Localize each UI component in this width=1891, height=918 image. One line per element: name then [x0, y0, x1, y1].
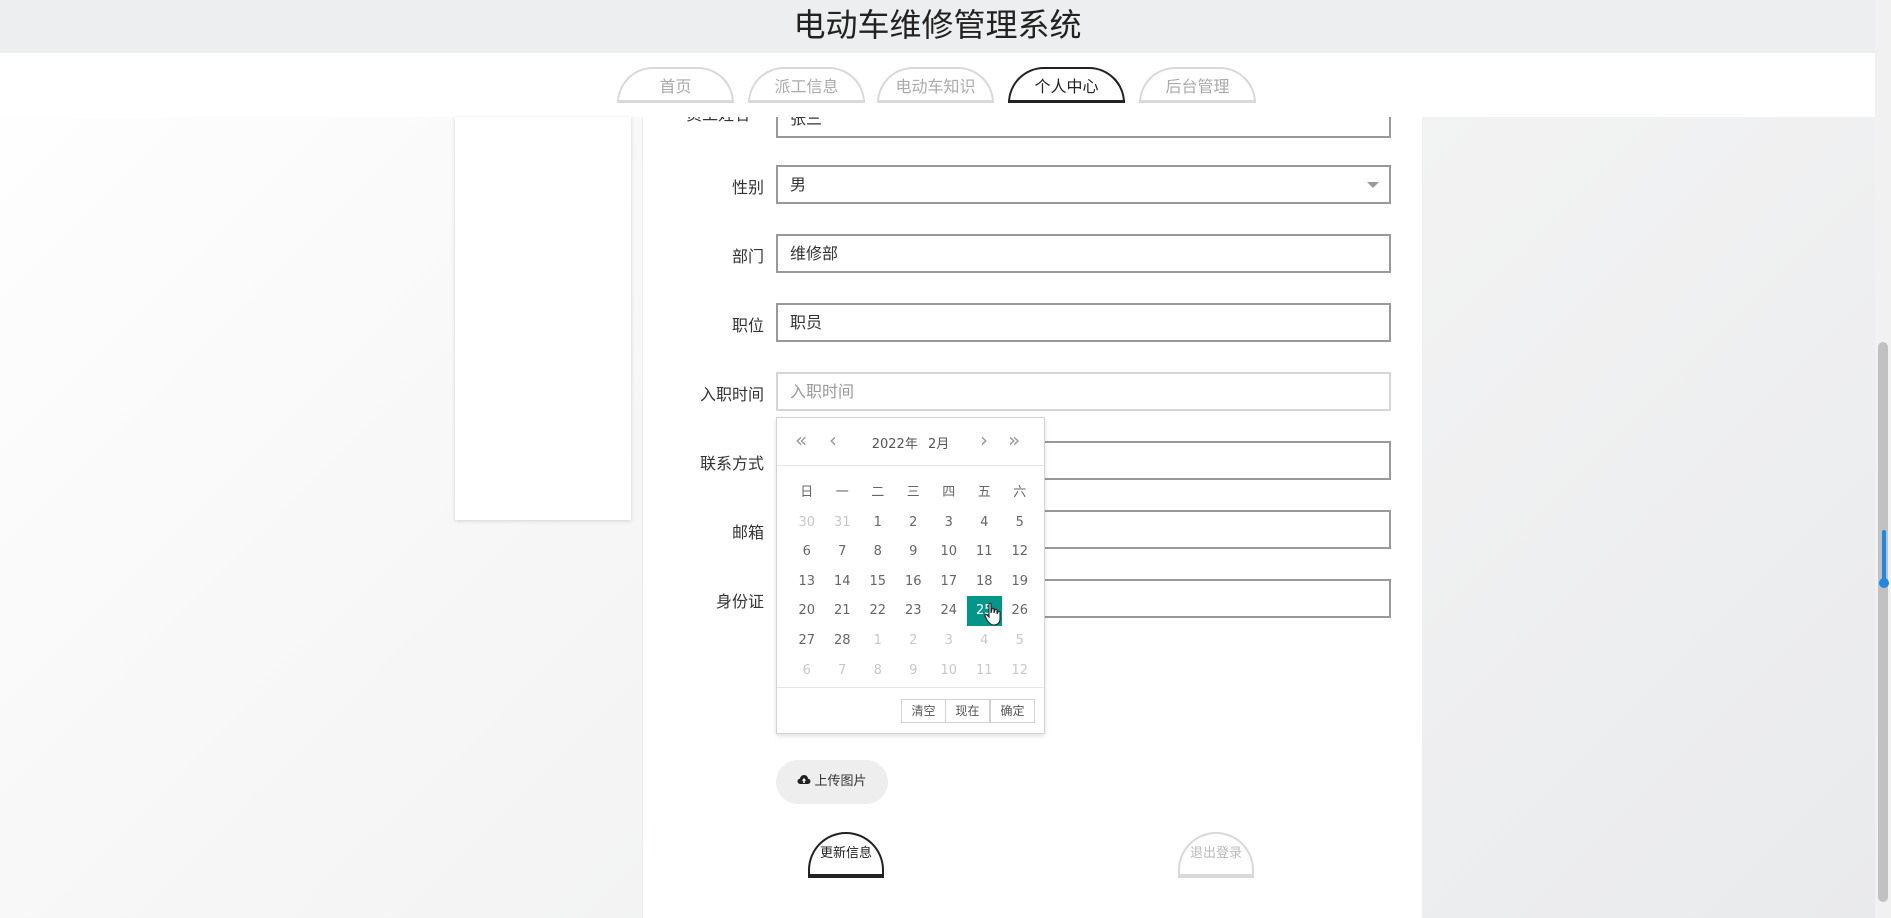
- day-cell[interactable]: 9: [896, 537, 932, 567]
- contact-label: 联系方式: [699, 454, 764, 473]
- weekday-header: 三: [906, 485, 920, 500]
- day-cell[interactable]: 2: [896, 508, 932, 538]
- day-cell[interactable]: 10: [931, 656, 967, 686]
- day-cell[interactable]: 11: [967, 656, 1003, 686]
- name-field[interactable]: 张三: [776, 117, 1391, 138]
- date-picker-title: 2022年 2月: [777, 433, 1044, 452]
- day-cell[interactable]: 24: [931, 596, 967, 626]
- app-header: 电动车维修管理系统: [0, 0, 1875, 53]
- app-title: 电动车维修管理系统: [793, 6, 1082, 44]
- thermometer-bulb-icon: [1879, 578, 1889, 588]
- scrollbar-thumb[interactable]: [1878, 342, 1888, 902]
- date-grid: 日 一 二 三 四 五 六 30 31 1 2 3 4 5 6 7 8 9 10…: [789, 478, 1038, 685]
- day-cell[interactable]: 12: [1002, 656, 1038, 686]
- gender-label: 性别: [731, 178, 764, 197]
- name-label: 员工姓名: [642, 117, 750, 125]
- day-cell[interactable]: 14: [825, 567, 861, 597]
- day-cell[interactable]: 26: [1002, 596, 1038, 626]
- week-row: 27 28 1 2 3 4 5: [789, 626, 1038, 656]
- tab-home[interactable]: 首页: [617, 67, 734, 103]
- next-year-icon[interactable]: »: [1008, 430, 1020, 450]
- position-label: 职位: [731, 316, 764, 335]
- day-cell[interactable]: 4: [967, 626, 1003, 656]
- month-label[interactable]: 2月: [928, 437, 949, 452]
- weekday-row: 日 一 二 三 四 五 六: [789, 478, 1038, 508]
- hire-date-field[interactable]: 入职时间: [776, 372, 1391, 411]
- weekday-header: 四: [942, 485, 956, 500]
- day-cell[interactable]: 5: [1002, 626, 1038, 656]
- day-cell[interactable]: 16: [896, 567, 932, 597]
- day-cell[interactable]: 17: [931, 567, 967, 597]
- day-cell[interactable]: 5: [1002, 508, 1038, 538]
- clear-button[interactable]: 清空: [901, 699, 946, 723]
- dept-field[interactable]: 维修部: [776, 234, 1391, 273]
- nav-bar: 首页 派工信息 电动车知识 个人中心 后台管理: [0, 53, 1875, 117]
- now-button[interactable]: 现在: [945, 699, 990, 723]
- day-cell[interactable]: 7: [825, 537, 861, 567]
- thermometer-icon: [1882, 530, 1886, 585]
- tab-dispatch-info[interactable]: 派工信息: [748, 67, 865, 103]
- day-cell[interactable]: 1: [860, 508, 896, 538]
- hire-date-label: 入职时间: [699, 385, 764, 404]
- page-scrollbar[interactable]: [1875, 0, 1891, 918]
- day-cell[interactable]: 6: [789, 537, 825, 567]
- day-cell[interactable]: 23: [896, 596, 932, 626]
- day-cell[interactable]: 7: [825, 656, 861, 686]
- week-row: 6 7 8 9 10 11 12: [789, 656, 1038, 686]
- id-card-label: 身份证: [715, 592, 764, 611]
- upload-image-button[interactable]: 上传图片: [776, 760, 888, 804]
- week-row: 13 14 15 16 17 18 19: [789, 567, 1038, 597]
- day-cell[interactable]: 11: [967, 537, 1003, 567]
- day-cell[interactable]: 8: [860, 537, 896, 567]
- day-cell[interactable]: 13: [789, 567, 825, 597]
- day-cell[interactable]: 3: [931, 508, 967, 538]
- date-picker-footer: 清空 现在 确定: [777, 687, 1044, 733]
- email-label: 邮箱: [731, 523, 764, 542]
- weekday-header: 六: [1013, 485, 1027, 500]
- hand-cursor-icon: [984, 602, 1001, 626]
- year-label[interactable]: 2022年: [872, 437, 918, 452]
- clipped-row: 员工姓名 张三: [642, 117, 1421, 138]
- tab-admin[interactable]: 后台管理: [1139, 67, 1256, 103]
- day-cell[interactable]: 22: [860, 596, 896, 626]
- day-cell[interactable]: 21: [825, 596, 861, 626]
- tab-ebike-knowledge[interactable]: 电动车知识: [877, 67, 994, 103]
- tab-personal-center[interactable]: 个人中心: [1008, 67, 1125, 103]
- day-cell[interactable]: 12: [1002, 537, 1038, 567]
- week-row: 6 7 8 9 10 11 12: [789, 537, 1038, 567]
- gender-value: 男: [790, 175, 807, 194]
- weekday-header: 一: [835, 485, 849, 500]
- sidebar-panel: [455, 117, 631, 520]
- weekday-header: 日: [800, 485, 814, 500]
- cloud-upload-icon: [797, 775, 811, 784]
- weekday-header: 二: [871, 485, 885, 500]
- date-picker: « ‹ 2022年 2月 › » 日 一 二 三 四 五 六 30 31 1 2…: [776, 417, 1045, 734]
- dept-label: 部门: [731, 247, 764, 266]
- week-row: 30 31 1 2 3 4 5: [789, 508, 1038, 538]
- day-cell[interactable]: 30: [789, 508, 825, 538]
- day-cell[interactable]: 2: [896, 626, 932, 656]
- day-cell[interactable]: 28: [825, 626, 861, 656]
- confirm-button[interactable]: 确定: [990, 699, 1035, 723]
- day-cell[interactable]: 27: [789, 626, 825, 656]
- day-cell[interactable]: 8: [860, 656, 896, 686]
- gender-select[interactable]: 男: [776, 165, 1391, 204]
- day-cell[interactable]: 4: [967, 508, 1003, 538]
- date-picker-header: « ‹ 2022年 2月 › »: [777, 418, 1044, 466]
- day-cell[interactable]: 3: [931, 626, 967, 656]
- day-cell[interactable]: 20: [789, 596, 825, 626]
- position-field[interactable]: 职员: [776, 303, 1391, 342]
- day-cell[interactable]: 6: [789, 656, 825, 686]
- upload-image-label: 上传图片: [814, 774, 867, 789]
- weekday-header: 五: [977, 485, 991, 500]
- day-cell[interactable]: 31: [825, 508, 861, 538]
- day-cell[interactable]: 1: [860, 626, 896, 656]
- chevron-down-icon: [1367, 182, 1379, 188]
- day-cell[interactable]: 19: [1002, 567, 1038, 597]
- next-month-icon[interactable]: ›: [980, 430, 988, 450]
- day-cell[interactable]: 9: [896, 656, 932, 686]
- day-cell[interactable]: 18: [967, 567, 1003, 597]
- day-cell[interactable]: 10: [931, 537, 967, 567]
- day-cell[interactable]: 15: [860, 567, 896, 597]
